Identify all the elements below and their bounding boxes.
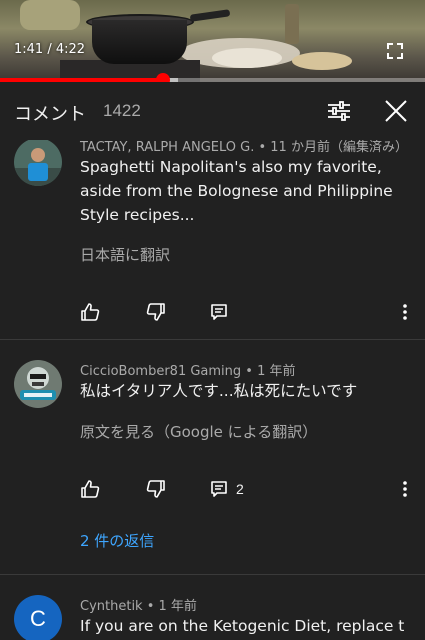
comment-author-meta[interactable]: Cynthetik • 1 年前 xyxy=(80,595,197,614)
more-vert-icon xyxy=(403,481,407,497)
comments-count: 1422 xyxy=(103,101,141,120)
reply-button[interactable]: 2 xyxy=(210,478,244,500)
video-frame-detail xyxy=(212,48,282,68)
dislike-button[interactable] xyxy=(146,478,166,500)
dislike-button[interactable] xyxy=(146,301,166,323)
comment-more-button[interactable] xyxy=(395,301,415,323)
avatar[interactable] xyxy=(14,360,62,408)
video-player[interactable]: 1:41 / 4:22 xyxy=(0,0,425,82)
thumbs-up-icon xyxy=(81,303,100,321)
comment-text: 私はイタリア人です...私は死にたいです xyxy=(80,382,358,400)
comment-text: Spaghetti Napolitan's also my favorite, … xyxy=(80,158,393,224)
video-frame-detail xyxy=(285,4,299,44)
like-button[interactable] xyxy=(80,478,100,500)
time-display: 1:41 / 4:22 xyxy=(14,42,86,57)
reply-icon xyxy=(211,304,227,320)
see-original-link[interactable]: 原文を見る（Google による翻訳） xyxy=(80,421,317,442)
close-icon xyxy=(385,100,407,122)
video-frame-detail xyxy=(292,52,352,70)
comment-actions: 2 xyxy=(80,478,415,502)
sort-button[interactable] xyxy=(326,98,352,124)
comments-list[interactable]: TACTAY, RALPH ANGELO G. • 11 か月前（編集済み） S… xyxy=(0,140,425,640)
avatar[interactable] xyxy=(14,140,62,186)
like-button[interactable] xyxy=(80,301,100,323)
user-avatar-image xyxy=(14,140,62,186)
user-avatar-image xyxy=(14,360,62,408)
thumbs-down-icon xyxy=(146,480,165,498)
close-button[interactable] xyxy=(383,98,409,124)
comment-actions xyxy=(80,301,415,325)
comment-author-meta[interactable]: TACTAY, RALPH ANGELO G. • 11 か月前（編集済み） xyxy=(80,140,408,155)
comments-header: コメント 1422 xyxy=(0,82,425,140)
comment-author-meta[interactable]: CiccioBomber81 Gaming • 1 年前 xyxy=(80,360,296,379)
fullscreen-icon xyxy=(387,43,403,59)
video-frame-detail xyxy=(189,9,231,22)
reply-button[interactable] xyxy=(210,301,228,323)
reply-count: 2 xyxy=(236,481,244,497)
comment-item: C Cynthetik • 1 年前 If you are on the Ket… xyxy=(0,575,425,640)
thumbs-up-icon xyxy=(81,480,100,498)
avatar-letter: C xyxy=(30,606,46,631)
comment-item: TACTAY, RALPH ANGELO G. • 11 か月前（編集済み） S… xyxy=(0,140,425,340)
reply-icon xyxy=(211,481,227,497)
more-vert-icon xyxy=(403,304,407,320)
sort-filter-icon xyxy=(328,101,350,121)
progress-scrubber-handle[interactable] xyxy=(155,73,170,82)
video-frame-detail xyxy=(20,0,80,30)
view-replies-link[interactable]: 2 件の返信 xyxy=(80,530,154,551)
thumbs-down-icon xyxy=(146,303,165,321)
comment-item: CiccioBomber81 Gaming • 1 年前 私はイタリア人です..… xyxy=(0,340,425,574)
comment-more-button[interactable] xyxy=(395,478,415,500)
translate-link[interactable]: 日本語に翻訳 xyxy=(80,244,170,265)
comments-title: コメント xyxy=(14,104,86,125)
fullscreen-button[interactable] xyxy=(384,40,406,62)
comment-text: If you are on the Ketogenic Diet, replac… xyxy=(80,617,405,635)
avatar[interactable]: C xyxy=(14,595,62,640)
video-frame-detail xyxy=(92,20,187,64)
